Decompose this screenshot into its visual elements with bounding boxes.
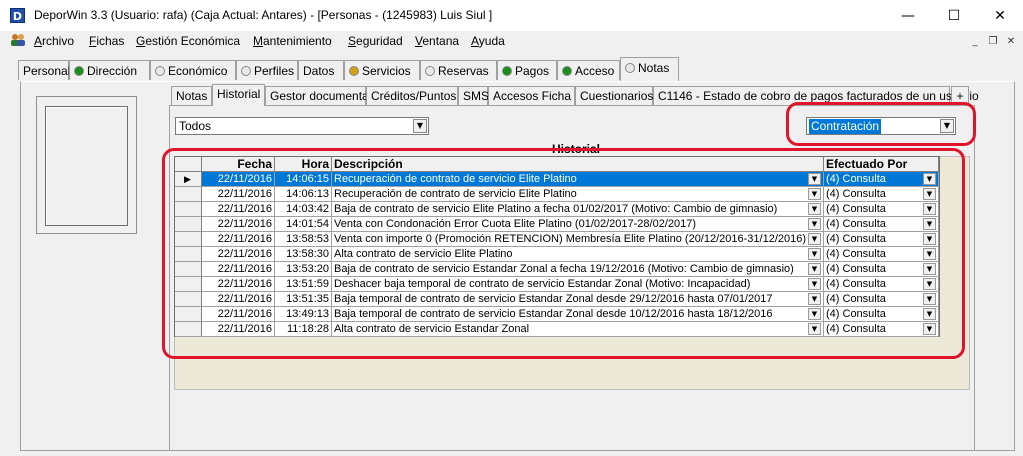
annotation-highlight-filter	[786, 102, 976, 146]
tab-acceso[interactable]: Acceso	[557, 60, 620, 80]
tab-personal[interactable]: Personal	[18, 60, 71, 80]
menu-mantenimiento[interactable]: Mantenimiento	[253, 34, 332, 48]
status-dot-icon	[155, 66, 165, 76]
tab-perfiles[interactable]: Perfiles	[236, 60, 298, 80]
users-icon	[11, 34, 25, 46]
status-dot-icon	[241, 66, 251, 76]
menu-fichas[interactable]: Fichas	[89, 34, 124, 48]
menu-seguridad[interactable]: Seguridad	[348, 34, 403, 48]
chevron-down-icon[interactable]: ▼	[413, 119, 427, 133]
subtab-sms[interactable]: SMS	[458, 86, 489, 105]
tab-label: Perfiles	[254, 64, 295, 78]
subtab-gestor-documental[interactable]: Gestor documental	[265, 86, 371, 105]
window-title: DeporWin 3.3 (Usuario: rafa) (Caja Actua…	[34, 8, 493, 22]
tab-notas[interactable]: Notas	[620, 57, 679, 81]
tab-label: Pagos	[515, 64, 550, 78]
status-dot-icon	[625, 63, 635, 73]
status-dot-icon	[502, 66, 512, 76]
tab-label: Personal	[23, 64, 71, 78]
annotation-highlight-grid	[162, 148, 965, 359]
menu-archivo[interactable]: Archivo	[34, 34, 74, 48]
tab-reservas[interactable]: Reservas	[420, 60, 497, 80]
tab-economico[interactable]: Económico	[150, 60, 236, 80]
menu-ayuda[interactable]: Ayuda	[471, 34, 505, 48]
subtab-accesos-ficha[interactable]: Accesos Ficha	[488, 86, 575, 105]
tab-datos[interactable]: Datos	[298, 60, 344, 80]
tab-label: Notas	[638, 61, 670, 75]
tab-label: Datos	[303, 64, 335, 78]
tab-direccion[interactable]: Dirección	[69, 60, 150, 80]
mdi-minimize-button[interactable]: _	[968, 36, 982, 48]
tab-label: Servicios	[362, 64, 411, 78]
mdi-restore-button[interactable]: ❐	[986, 36, 1000, 48]
close-button[interactable]: ✕	[977, 2, 1023, 30]
status-dot-icon	[349, 66, 359, 76]
subtab-notas[interactable]: Notas	[171, 86, 212, 105]
tab-label: Dirección	[87, 64, 138, 78]
filter-left-select[interactable]: Todos ▼	[175, 117, 429, 135]
mdi-close-button[interactable]: ✕	[1004, 36, 1018, 48]
status-dot-icon	[74, 66, 84, 76]
menu-gesti-n-econ-mica[interactable]: Gestión Económica	[136, 34, 240, 48]
tab-label: Reservas	[438, 64, 489, 78]
filter-left-value: Todos	[179, 119, 212, 133]
subtab-creditos-puntos[interactable]: Créditos/Puntos	[366, 86, 458, 105]
maximize-button[interactable]: ☐	[931, 2, 977, 30]
photo-placeholder[interactable]	[45, 106, 128, 226]
subtab-cuestionarios[interactable]: Cuestionarios	[575, 86, 653, 105]
app-icon: D	[10, 8, 25, 23]
minimize-button[interactable]: —	[885, 2, 931, 30]
tab-label: Económico	[168, 64, 228, 78]
tab-pagos[interactable]: Pagos	[497, 60, 557, 80]
subtab-historial[interactable]: Historial	[212, 84, 265, 106]
menu-ventana[interactable]: Ventana	[415, 34, 459, 48]
status-dot-icon	[562, 66, 572, 76]
status-dot-icon	[425, 66, 435, 76]
tab-servicios[interactable]: Servicios	[344, 60, 420, 80]
tab-label: Acceso	[575, 64, 615, 78]
